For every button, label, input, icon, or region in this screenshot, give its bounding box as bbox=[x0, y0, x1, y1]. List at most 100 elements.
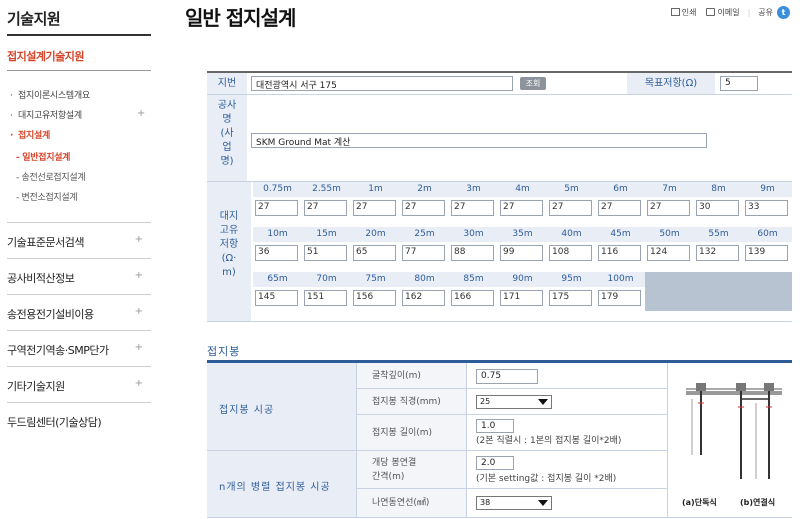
rod-diameter-value: 25 bbox=[480, 397, 491, 406]
resistivity-cell: 175 bbox=[547, 287, 596, 310]
resistivity-input[interactable]: 27 bbox=[451, 200, 494, 216]
rod-spacing-label: 개당 봉연결 간격(m) bbox=[357, 451, 467, 489]
resistivity-input[interactable]: 27 bbox=[402, 200, 445, 216]
resistivity-input[interactable]: 124 bbox=[647, 245, 690, 261]
resistivity-input[interactable]: 27 bbox=[255, 200, 298, 216]
resistivity-input[interactable]: 175 bbox=[549, 290, 592, 306]
ground-rod-illustration bbox=[686, 383, 782, 479]
resistivity-input[interactable]: 151 bbox=[304, 290, 347, 306]
sidebar-item-other[interactable]: 기타기술지원 + bbox=[7, 366, 151, 402]
depth-header: 20m bbox=[351, 227, 400, 242]
sidebar-subsub-item-substation[interactable]: - 변전소접지설계 bbox=[16, 190, 78, 203]
rod-diameter-select[interactable]: 25 bbox=[476, 395, 552, 409]
plus-icon: + bbox=[134, 378, 143, 389]
print-button[interactable]: 인쇄 bbox=[670, 7, 697, 18]
resistivity-input[interactable]: 33 bbox=[745, 200, 788, 216]
email-button[interactable]: 이메일 bbox=[706, 7, 740, 18]
bare-copper-wire-cell: 38 bbox=[467, 489, 667, 518]
resistivity-input[interactable]: 77 bbox=[402, 245, 445, 261]
search-button[interactable]: 조회 bbox=[520, 77, 546, 90]
resistivity-input[interactable]: 36 bbox=[255, 245, 298, 261]
sidebar-subsub-item-transmission[interactable]: - 송전선로접지설계 bbox=[16, 170, 86, 183]
sidebar-item-cost[interactable]: 공사비적산정보 + bbox=[7, 258, 151, 294]
resistivity-input[interactable]: 166 bbox=[451, 290, 494, 306]
depth-header: 0.75m bbox=[253, 182, 302, 197]
depth-header: 60m bbox=[743, 227, 792, 242]
dig-depth-input[interactable]: 0.75 bbox=[476, 369, 538, 384]
sidebar-item-consulting[interactable]: 두드림센터(기술상담) bbox=[7, 402, 151, 438]
resistivity-input[interactable]: 139 bbox=[745, 245, 788, 261]
resistivity-label-line: 대지 bbox=[219, 211, 239, 222]
resistivity-input[interactable]: 51 bbox=[304, 245, 347, 261]
rod-length-input[interactable]: 1.0 bbox=[476, 419, 514, 433]
depth-header: 4m bbox=[498, 182, 547, 197]
address-input[interactable]: 대전광역시 서구 175 bbox=[251, 76, 513, 91]
rod-spacing-note: (기본 setting값 : 접지봉 길이 *2배) bbox=[476, 474, 617, 484]
resistivity-input[interactable]: 116 bbox=[598, 245, 641, 261]
resistivity-cell: 99 bbox=[498, 242, 547, 265]
resistivity-input[interactable]: 27 bbox=[598, 200, 641, 216]
resistivity-input[interactable]: 27 bbox=[304, 200, 347, 216]
resistivity-row: 대지 고유 저항 (Ω· m) 0.75m 27 2.55m 27 1m 27 2m 27 3m… bbox=[207, 182, 792, 322]
sidebar-sub-item-grounding-design[interactable]: · 접지설계 bbox=[10, 128, 50, 141]
plus-icon: + bbox=[134, 342, 143, 353]
rod-diameter-label: 접지봉 직경(mm) bbox=[357, 389, 467, 415]
resistivity-input[interactable]: 171 bbox=[500, 290, 543, 306]
sidebar-subsub-item-label: 변전소접지설계 bbox=[21, 193, 78, 203]
sidebar-item-smp[interactable]: 구역전기역송·SMP단가 + bbox=[7, 330, 151, 366]
resistivity-label: 대지 고유 저항 (Ω· m) bbox=[207, 182, 251, 321]
sidebar-subsub-item-label: 일반접지설계 bbox=[22, 153, 71, 163]
rod-diameter-cell: 25 bbox=[467, 389, 667, 415]
resistivity-input[interactable]: 27 bbox=[500, 200, 543, 216]
address-row: 지번 대전광역시 서구 175 조회 목표저항(Ω) 5 bbox=[207, 73, 792, 95]
resistivity-input[interactable]: 65 bbox=[353, 245, 396, 261]
sidebar-item-standards[interactable]: 기술표준문서검색 + bbox=[7, 222, 151, 258]
resistivity-input[interactable]: 132 bbox=[696, 245, 739, 261]
print-label: 인쇄 bbox=[681, 8, 697, 17]
resistivity-input[interactable]: 179 bbox=[598, 290, 641, 306]
bare-copper-wire-label: 나연동연선(㎟) bbox=[357, 489, 467, 518]
resistivity-cell: 27 bbox=[645, 197, 694, 220]
resistivity-input[interactable]: 30 bbox=[696, 200, 739, 216]
resistivity-input[interactable]: 108 bbox=[549, 245, 592, 261]
resistivity-input[interactable]: 27 bbox=[647, 200, 690, 216]
target-resistance-input[interactable]: 5 bbox=[720, 76, 758, 91]
depth-header: 15m bbox=[302, 227, 351, 242]
depth-header: 10m bbox=[253, 227, 302, 242]
sidebar-item-label: 공사비적산정보 bbox=[7, 272, 75, 285]
sidebar-section-title[interactable]: 접지설계기술지원 bbox=[7, 48, 84, 64]
resistivity-input[interactable]: 162 bbox=[402, 290, 445, 306]
ground-rod-section-title: 접지봉 bbox=[207, 345, 241, 358]
twitter-icon[interactable]: t bbox=[777, 6, 790, 19]
bare-copper-wire-select[interactable]: 38 bbox=[476, 496, 552, 510]
sidebar-item-transmission-facility[interactable]: 송전용전기설비이용 + bbox=[7, 294, 151, 330]
sidebar-sub-item-overview[interactable]: · 접지이론시스템개요 bbox=[10, 88, 90, 101]
resistivity-cell: 77 bbox=[400, 242, 449, 265]
resistivity-input[interactable]: 156 bbox=[353, 290, 396, 306]
resistivity-input[interactable]: 27 bbox=[353, 200, 396, 216]
depth-header: 6m bbox=[596, 182, 645, 197]
sidebar-sub-item-resistivity[interactable]: · 대지고유저항설계 + bbox=[10, 108, 145, 121]
resistivity-input[interactable]: 27 bbox=[549, 200, 592, 216]
depth-header: 85m bbox=[449, 272, 498, 287]
plus-icon: + bbox=[136, 108, 145, 119]
sidebar-sub-item-label: 접지설계 bbox=[18, 131, 50, 141]
resistivity-cell: 30 bbox=[694, 197, 743, 220]
sidebar-item-label: 두드림센터(기술상담) bbox=[7, 416, 102, 429]
sidebar-item-label: 구역전기역송·SMP단가 bbox=[7, 344, 109, 357]
sidebar-section-divider bbox=[7, 70, 151, 71]
target-resistance-label: 목표저항(Ω) bbox=[627, 73, 715, 94]
rod-spacing-input[interactable]: 2.0 bbox=[476, 456, 514, 470]
parallel-rod-label-text: n개의 병렬 접지봉 시공 bbox=[219, 482, 331, 493]
resistivity-input[interactable]: 145 bbox=[255, 290, 298, 306]
resistivity-cell: 139 bbox=[743, 242, 792, 265]
resistivity-input[interactable]: 99 bbox=[500, 245, 543, 261]
resistivity-cell: 27 bbox=[596, 197, 645, 220]
header-tools: 인쇄 이메일 | 공유 t bbox=[670, 6, 790, 19]
resistivity-input[interactable]: 88 bbox=[451, 245, 494, 261]
sidebar-subsub-item-general[interactable]: - 일반접지설계 bbox=[16, 150, 70, 163]
rod-length-cell: 1.0 (2본 직렬시 : 1본의 접지봉 길이*2배) bbox=[467, 415, 667, 451]
address-label: 지번 bbox=[207, 73, 247, 94]
dig-depth-label: 굴착깊이(m) bbox=[357, 363, 467, 389]
project-name-input[interactable]: SKM Ground Mat 계산 bbox=[251, 133, 707, 148]
